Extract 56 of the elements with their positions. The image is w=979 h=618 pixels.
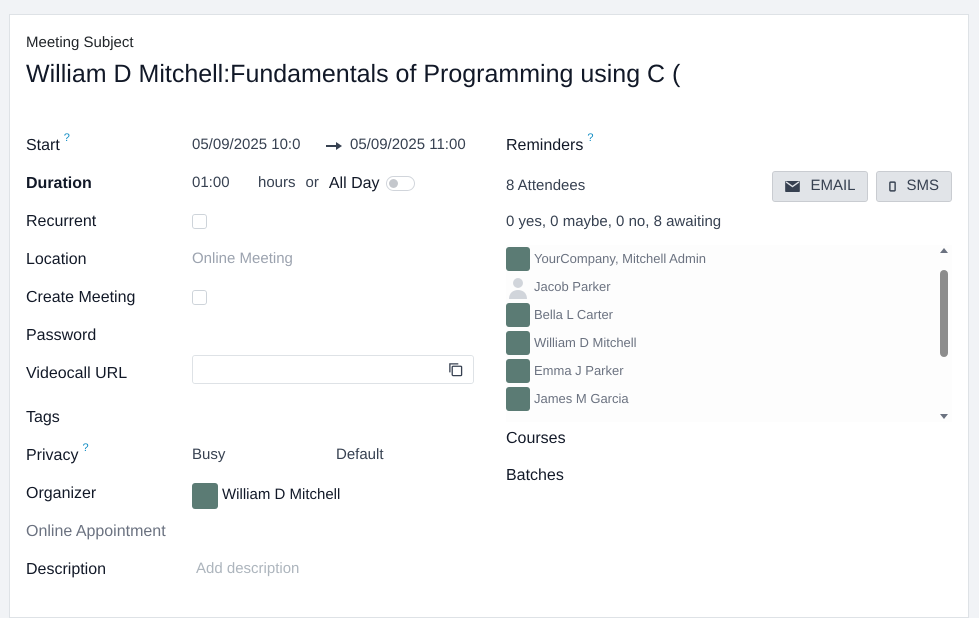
field-label: Description bbox=[26, 560, 106, 580]
help-tooltip[interactable]: ? bbox=[587, 132, 594, 144]
url-input-field[interactable] bbox=[192, 354, 474, 384]
checkbox[interactable] bbox=[192, 290, 207, 305]
duration-field[interactable]: 01:00 bbox=[192, 172, 258, 195]
input-field[interactable]: Online Meeting bbox=[192, 248, 452, 271]
attendee-name[interactable]: Bella L Carter bbox=[534, 305, 613, 325]
select-field[interactable]: Busy bbox=[192, 444, 336, 467]
field-label: Online Appointment bbox=[26, 522, 166, 542]
or-label: or bbox=[306, 173, 319, 194]
email-button[interactable]: EMAIL bbox=[772, 170, 868, 202]
attendee-name[interactable]: Jacob Parker bbox=[534, 277, 611, 297]
sms-button[interactable]: SMS bbox=[876, 170, 952, 202]
help-tooltip[interactable]: ? bbox=[82, 442, 89, 454]
field-label: Recurrent bbox=[26, 212, 96, 232]
field-label: Organizer bbox=[26, 484, 96, 504]
copy-icon[interactable] bbox=[448, 362, 463, 376]
field-label: Duration bbox=[26, 174, 92, 194]
attendee-name[interactable]: William D Mitchell bbox=[534, 333, 637, 353]
person-silhouette-icon bbox=[506, 275, 530, 299]
input-field[interactable]: Add description bbox=[196, 558, 456, 581]
help-tooltip[interactable]: ? bbox=[64, 132, 70, 144]
select-field[interactable]: Default bbox=[336, 444, 384, 467]
avatar-photo-placeholder bbox=[506, 331, 530, 355]
toggle-switch[interactable] bbox=[386, 176, 415, 191]
checkbox[interactable] bbox=[192, 214, 207, 229]
field-label: Meeting Subject bbox=[26, 33, 135, 53]
envelope-icon bbox=[785, 180, 800, 192]
field-label: Password bbox=[26, 326, 96, 346]
organizer-name[interactable]: William D Mitchell bbox=[222, 484, 340, 507]
avatar-photo-placeholder bbox=[506, 303, 530, 327]
field-label: Location bbox=[26, 250, 86, 270]
attendee-name[interactable]: YourCompany, Mitchell Admin bbox=[534, 249, 706, 269]
meeting-subject[interactable]: William D Mitchell:Fundamentals of Programming using C ( bbox=[26, 56, 952, 90]
field-label: Courses bbox=[506, 429, 567, 449]
field-label: All Day bbox=[328, 174, 380, 194]
field-label: Reminders bbox=[506, 136, 584, 156]
field-label: Create Meeting bbox=[26, 288, 136, 308]
field-label: Batches bbox=[506, 466, 565, 486]
unit-label: hours bbox=[258, 173, 296, 194]
start-date-field[interactable]: 05/09/2025 10:0 bbox=[192, 134, 318, 157]
avatar-photo-placeholder bbox=[192, 482, 218, 508]
avatar-photo-placeholder bbox=[506, 387, 530, 411]
avatar-photo-placeholder bbox=[506, 247, 530, 271]
attendee-name[interactable]: James M Garcia bbox=[534, 389, 629, 409]
attendee-name[interactable]: Emma J Parker bbox=[534, 361, 624, 381]
field-label: Privacy bbox=[26, 446, 78, 466]
field-label: Tags bbox=[26, 408, 60, 428]
avatar-photo-placeholder bbox=[506, 359, 530, 383]
field-label: Start bbox=[26, 136, 60, 156]
arrow-right-icon bbox=[326, 140, 342, 150]
field-label: Videocall URL bbox=[26, 364, 128, 384]
phone-icon bbox=[889, 180, 896, 192]
attendees-count: 8 Attendees bbox=[506, 176, 586, 196]
end-date-field[interactable]: 05/09/2025 11:00 bbox=[350, 134, 466, 157]
attendance-summary: 0 yes, 0 maybe, 0 no, 8 awaiting bbox=[506, 212, 722, 232]
